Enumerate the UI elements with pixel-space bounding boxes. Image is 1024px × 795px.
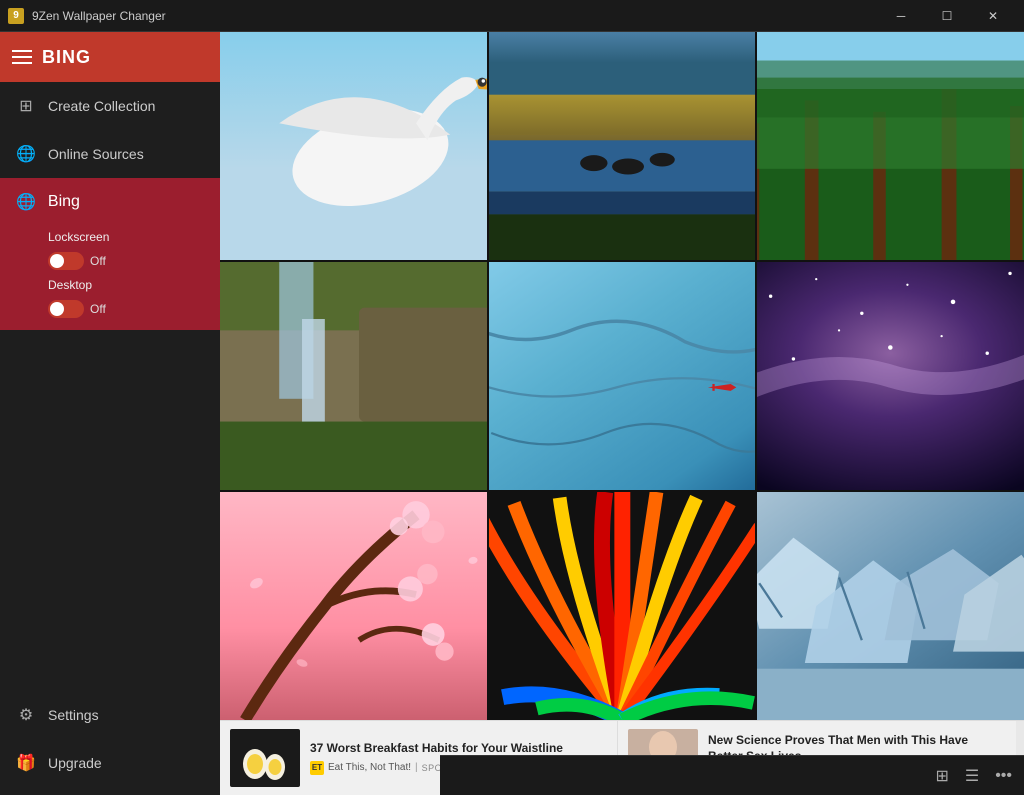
grid-cell-waterfall[interactable] <box>220 262 487 490</box>
sidebar-bottom: ⚙ Settings 🎁 Upgrade <box>0 691 220 795</box>
desktop-track[interactable] <box>48 300 84 318</box>
grid-cell-icebergs[interactable] <box>757 492 1024 720</box>
desktop-label: Desktop <box>48 278 92 292</box>
desktop-toggle-row: Desktop <box>48 278 204 292</box>
bing-toggles: Lockscreen Off Desktop <box>0 226 220 330</box>
minimize-button[interactable]: ─ <box>878 0 924 32</box>
settings-label: Settings <box>48 707 99 723</box>
online-sources-label: Online Sources <box>48 146 144 162</box>
grid-cell-glacier-blue[interactable] <box>489 262 756 490</box>
sidebar-title: BING <box>42 47 91 68</box>
bing-label: Bing <box>48 193 80 211</box>
monitor-icon[interactable]: ⊞ <box>935 766 948 786</box>
ad1-source-text: Eat This, Not That! <box>328 762 411 773</box>
online-sources-icon: 🌐 <box>16 144 36 164</box>
grid-cell-feathers[interactable] <box>489 492 756 720</box>
app-body: BING ⊞ Create Collection 🌐 Online Source… <box>0 32 1024 795</box>
grid-cell-stars[interactable] <box>757 262 1024 490</box>
bing-icon: 🌐 <box>16 192 36 212</box>
lockscreen-toggle-row: Lockscreen <box>48 230 204 244</box>
ad-image-eggs <box>230 729 300 787</box>
more-icon[interactable]: ••• <box>995 767 1012 785</box>
grid-cell-cherry-blossom[interactable] <box>220 492 487 720</box>
sidebar-item-bing[interactable]: 🌐 Bing Lockscreen Off Desktop <box>0 178 220 330</box>
maximize-button[interactable]: ☐ <box>924 0 970 32</box>
lockscreen-thumb <box>50 254 64 268</box>
list-icon[interactable]: ☰ <box>965 766 979 786</box>
upgrade-label: Upgrade <box>48 755 102 771</box>
grid-cell-forest[interactable] <box>757 32 1024 260</box>
hamburger-menu-icon[interactable] <box>12 50 32 64</box>
lockscreen-toggle-value: Off <box>90 254 106 268</box>
desktop-toggle-value: Off <box>90 302 106 316</box>
content-area: 37 Worst Breakfast Habits for Your Waist… <box>220 32 1024 795</box>
title-bar: 9 9Zen Wallpaper Changer ─ ☐ ✕ <box>0 0 1024 32</box>
sidebar: BING ⊞ Create Collection 🌐 Online Source… <box>0 32 220 795</box>
settings-icon: ⚙ <box>16 705 36 725</box>
lockscreen-toggle-switch[interactable]: Off <box>48 252 204 270</box>
grid-cell-river[interactable] <box>489 32 756 260</box>
create-collection-label: Create Collection <box>48 98 155 114</box>
image-grid <box>220 32 1024 720</box>
sidebar-item-online-sources[interactable]: 🌐 Online Sources <box>0 130 220 178</box>
close-button[interactable]: ✕ <box>970 0 1016 32</box>
sidebar-header: BING <box>0 32 220 82</box>
app-title: 9Zen Wallpaper Changer <box>32 9 166 23</box>
lockscreen-label: Lockscreen <box>48 230 109 244</box>
desktop-thumb <box>50 302 64 316</box>
app-icon: 9 <box>8 8 24 24</box>
grid-cell-pelican[interactable] <box>220 32 487 260</box>
status-bar: ⊞ ☰ ••• <box>440 755 1024 795</box>
desktop-toggle-switch[interactable]: Off <box>48 300 204 318</box>
sidebar-item-create-collection[interactable]: ⊞ Create Collection <box>0 82 220 130</box>
create-collection-icon: ⊞ <box>16 96 36 116</box>
lockscreen-track[interactable] <box>48 252 84 270</box>
sidebar-item-settings[interactable]: ⚙ Settings <box>0 691 220 739</box>
sidebar-item-upgrade[interactable]: 🎁 Upgrade <box>0 739 220 787</box>
bing-item-header[interactable]: 🌐 Bing <box>0 178 220 226</box>
sidebar-nav: ⊞ Create Collection 🌐 Online Sources 🌐 B… <box>0 82 220 691</box>
upgrade-icon: 🎁 <box>16 753 36 773</box>
title-bar-left: 9 9Zen Wallpaper Changer <box>8 8 166 24</box>
window-controls: ─ ☐ ✕ <box>878 0 1016 32</box>
ad1-badge: ET <box>310 761 324 775</box>
